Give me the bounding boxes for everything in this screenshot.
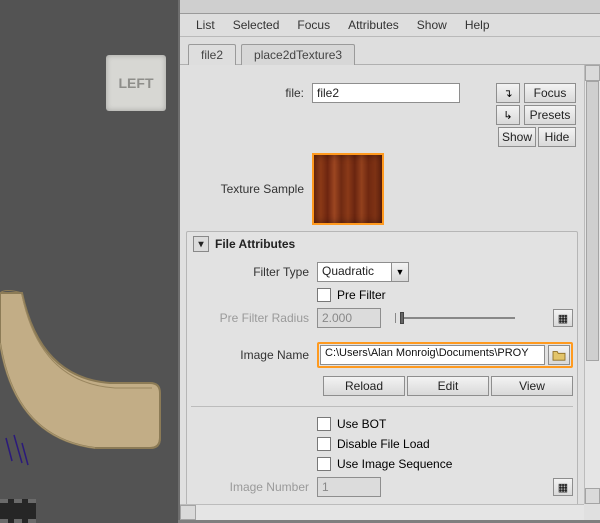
panel-titlebar	[180, 0, 600, 14]
node-tabs: file2 place2dTexture3	[180, 37, 600, 65]
scroll-left-icon[interactable]	[180, 505, 196, 520]
menu-show[interactable]: Show	[409, 16, 455, 34]
scroll-down-icon[interactable]	[585, 488, 600, 504]
content-area: file: ↴ Focus ↳ Presets	[180, 65, 600, 520]
file-label: file:	[186, 86, 312, 100]
map-button-icon[interactable]: ▦	[553, 309, 573, 327]
menu-attributes[interactable]: Attributes	[340, 16, 407, 34]
use-image-sequence-checkbox[interactable]	[317, 457, 331, 471]
menu-list[interactable]: List	[188, 16, 223, 34]
focus-in-icon[interactable]: ↴	[496, 83, 520, 103]
twisty-icon[interactable]: ▾	[193, 236, 209, 252]
image-name-input[interactable]: C:\Users\Alan Monroig\Documents\PROY	[320, 345, 545, 365]
filter-type-combo[interactable]: Quadratic ▼	[317, 262, 409, 282]
prefilter-radius-input	[317, 308, 381, 328]
horizontal-scrollbar[interactable]	[180, 504, 584, 520]
disable-file-load-label: Disable File Load	[337, 437, 430, 451]
use-image-sequence-label: Use Image Sequence	[337, 457, 452, 471]
menu-selected[interactable]: Selected	[225, 16, 288, 34]
file-name-input[interactable]	[312, 83, 460, 103]
use-bot-checkbox[interactable]	[317, 417, 331, 431]
prefilter-checkbox[interactable]	[317, 288, 331, 302]
scroll-thumb[interactable]	[586, 81, 599, 361]
menu-focus[interactable]: Focus	[289, 16, 338, 34]
prefilter-label: Pre Filter	[337, 288, 386, 302]
texture-sample-swatch[interactable]	[312, 153, 384, 225]
hide-button[interactable]: Hide	[538, 127, 576, 147]
menu-bar: List Selected Focus Attributes Show Help	[180, 14, 600, 37]
show-button[interactable]: Show	[498, 127, 536, 147]
image-name-label: Image Name	[191, 348, 317, 362]
scroll-up-icon[interactable]	[585, 65, 600, 81]
tab-place2d[interactable]: place2dTexture3	[241, 44, 355, 65]
tab-file2[interactable]: file2	[188, 44, 236, 65]
focus-button[interactable]: Focus	[524, 83, 576, 103]
reload-button[interactable]: Reload	[323, 376, 405, 396]
presets-button[interactable]: Presets	[524, 105, 576, 125]
timeline-strip	[0, 499, 36, 523]
map-button-icon-2[interactable]: ▦	[553, 478, 573, 496]
file-attributes-section: ▾ File Attributes Filter Type Quadratic …	[186, 231, 578, 518]
menu-help[interactable]: Help	[457, 16, 498, 34]
browse-folder-icon[interactable]	[548, 345, 570, 365]
chevron-down-icon[interactable]: ▼	[391, 262, 409, 282]
attribute-editor: List Selected Focus Attributes Show Help…	[178, 0, 600, 520]
texture-sample-label: Texture Sample	[186, 182, 312, 196]
viewport[interactable]: LEFT	[0, 0, 178, 523]
view-cube-left[interactable]: LEFT	[106, 55, 166, 111]
filter-type-label: Filter Type	[191, 265, 317, 279]
viewport-model	[0, 273, 170, 493]
vertical-scrollbar[interactable]	[584, 65, 600, 504]
prefilter-radius-label: Pre Filter Radius	[191, 311, 317, 325]
use-bot-label: Use BOT	[337, 417, 386, 431]
focus-out-icon[interactable]: ↳	[496, 105, 520, 125]
view-button[interactable]: View	[491, 376, 573, 396]
disable-file-load-checkbox[interactable]	[317, 437, 331, 451]
edit-button[interactable]: Edit	[407, 376, 489, 396]
root: LEFT List Selected Focus Attri	[0, 0, 600, 523]
image-number-input	[317, 477, 381, 497]
prefilter-radius-slider	[395, 313, 515, 323]
image-number-label: Image Number	[191, 480, 317, 494]
section-title: File Attributes	[215, 237, 295, 251]
